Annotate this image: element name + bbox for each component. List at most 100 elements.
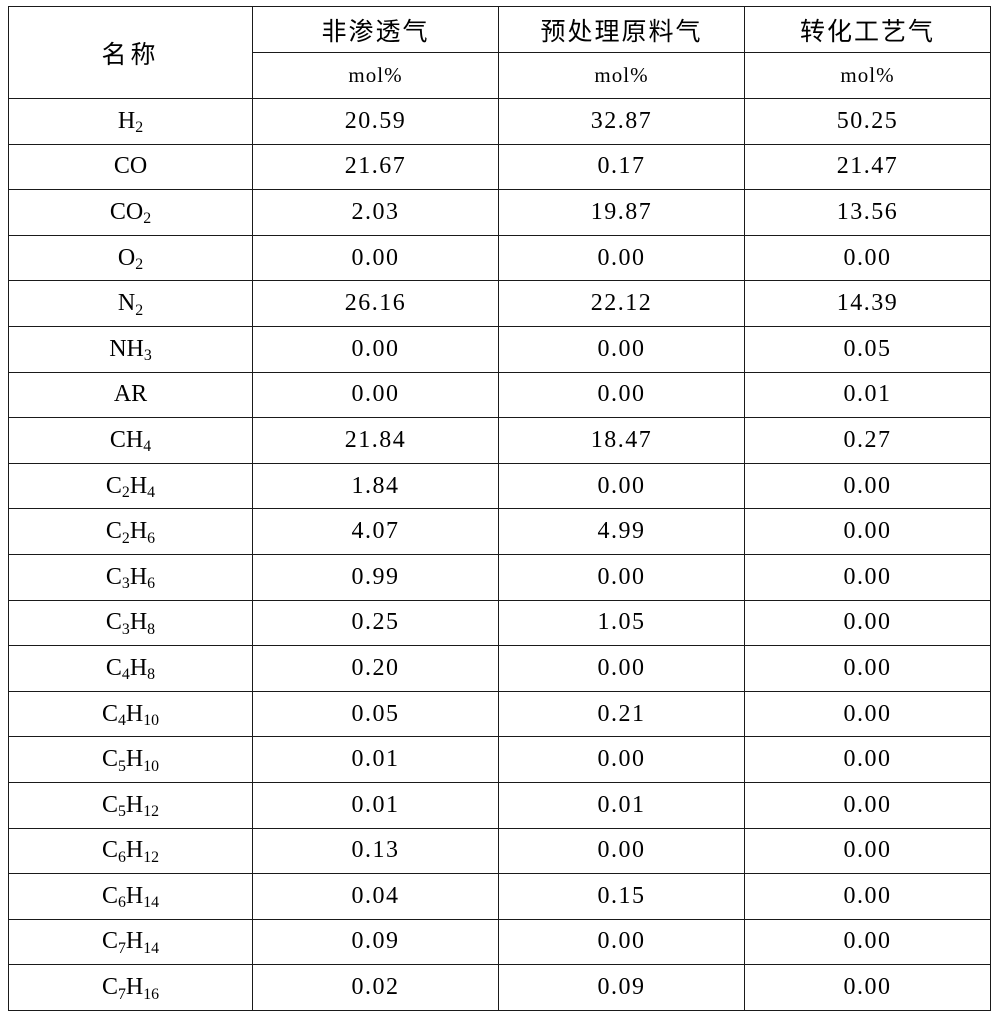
- cell-value: 0.13: [252, 827, 499, 875]
- cell-value: 0.02: [252, 964, 499, 1011]
- value-text: 13.56: [836, 198, 899, 225]
- value-text: 0.00: [597, 244, 646, 271]
- cell-species: C6H14: [8, 873, 253, 920]
- value-text: 2.03: [351, 198, 400, 225]
- cell-value: 21.84: [252, 417, 499, 464]
- cell-value: 0.27: [744, 417, 991, 464]
- cell-value: 0.01: [252, 736, 499, 783]
- table-header-row-title: 名称 非渗透气 预处理原料气 转化工艺气: [8, 6, 991, 99]
- cell-value: 0.15: [498, 873, 745, 920]
- value-text: 1.05: [597, 609, 646, 636]
- species-formula: C6H12: [101, 837, 160, 866]
- header-cell-unit-2: mol%: [498, 52, 745, 99]
- table-row: C6H14 0.04 0.15 0.00: [8, 873, 991, 920]
- cell-value: 0.00: [744, 234, 991, 282]
- cell-value: 50.25: [744, 98, 991, 145]
- value-text: 0.00: [597, 381, 646, 408]
- cell-value: 0.00: [498, 371, 745, 419]
- cell-value: 14.39: [744, 280, 991, 327]
- cell-value: 0.00: [252, 234, 499, 282]
- species-formula: AR: [113, 381, 148, 408]
- cell-value: 0.05: [744, 325, 991, 373]
- table-row: O2 0.00 0.00 0.00: [8, 234, 991, 282]
- table-row: CH4 21.84 18.47 0.27: [8, 417, 991, 464]
- value-text: 0.02: [351, 974, 400, 1001]
- cell-value: 0.21: [498, 690, 745, 738]
- value-text: 14.39: [836, 290, 899, 317]
- header-cell-stream-1: 非渗透气: [252, 6, 499, 53]
- gas-composition-table: 名称 非渗透气 预处理原料气 转化工艺气 mol% mol% mol% H2 20.59 32.8…: [8, 6, 991, 1011]
- table-row: H2 20.59 32.87 50.25: [8, 98, 991, 145]
- value-text: 21.47: [836, 153, 899, 180]
- species-formula: CH4: [109, 426, 152, 456]
- cell-species: C3H6: [8, 553, 253, 601]
- cell-species: NH3: [8, 325, 253, 373]
- cell-value: 18.47: [498, 417, 745, 464]
- value-text: 0.25: [351, 609, 400, 636]
- species-formula: C4H8: [105, 654, 156, 684]
- value-text: 0.05: [351, 700, 400, 727]
- species-formula: H2: [117, 107, 144, 137]
- cell-value: 0.00: [498, 462, 745, 510]
- value-text: 0.00: [843, 244, 892, 271]
- table-row: C4H8 0.20 0.00 0.00: [8, 645, 991, 692]
- cell-value: 0.99: [252, 553, 499, 601]
- value-text: 0.00: [843, 791, 892, 818]
- table-row: CO 21.67 0.17 21.47: [8, 143, 991, 191]
- value-text: 0.00: [843, 746, 892, 773]
- cell-value: 2.03: [252, 189, 499, 236]
- value-text: 0.00: [843, 882, 892, 909]
- cell-species: O2: [8, 234, 253, 282]
- value-text: 0.00: [843, 974, 892, 1001]
- value-text: 0.00: [843, 654, 892, 681]
- cell-species: C4H10: [8, 690, 253, 738]
- species-formula: N2: [117, 290, 144, 319]
- value-text: 0.00: [843, 837, 892, 864]
- cell-species: AR: [8, 371, 253, 419]
- value-text: 21.67: [344, 153, 407, 180]
- value-text: 0.01: [351, 746, 400, 773]
- cell-value: 0.00: [498, 645, 745, 692]
- cell-value: 20.59: [252, 98, 499, 145]
- value-text: 22.12: [590, 290, 653, 317]
- document-page: 名称 非渗透气 预处理原料气 转化工艺气 mol% mol% mol% H2 20.59 32.8…: [0, 0, 999, 1011]
- cell-value: 19.87: [498, 189, 745, 236]
- cell-species: C7H14: [8, 918, 253, 966]
- cell-species: C2H4: [8, 462, 253, 510]
- value-text: 0.00: [351, 244, 400, 271]
- value-text: 0.00: [597, 335, 646, 362]
- value-text: 0.05: [843, 335, 892, 362]
- species-formula: CO2: [109, 198, 152, 228]
- cell-value: 0.00: [744, 645, 991, 692]
- header-cell-name: 名称: [8, 6, 253, 99]
- value-text: 0.13: [351, 837, 400, 864]
- table-row: C4H10 0.05 0.21 0.00: [8, 690, 991, 738]
- cell-value: 0.01: [252, 781, 499, 829]
- table-row: C5H10 0.01 0.00 0.00: [8, 736, 991, 783]
- cell-value: 0.00: [498, 827, 745, 875]
- value-text: 26.16: [344, 290, 407, 317]
- cell-species: C6H12: [8, 827, 253, 875]
- header-cell-stream-3: 转化工艺气: [744, 6, 991, 53]
- value-text: 0.00: [351, 335, 400, 362]
- species-formula: C7H14: [101, 928, 160, 957]
- value-text: 0.00: [597, 472, 646, 499]
- cell-value: 26.16: [252, 280, 499, 327]
- cell-species: C3H8: [8, 599, 253, 647]
- table-row: NH3 0.00 0.00 0.05: [8, 325, 991, 373]
- table-row: CO2 2.03 19.87 13.56: [8, 189, 991, 236]
- cell-value: 0.00: [744, 736, 991, 783]
- species-formula: C2H6: [105, 518, 156, 547]
- cell-value: 21.67: [252, 143, 499, 191]
- cell-value: 0.00: [744, 827, 991, 875]
- value-text: 0.09: [351, 928, 400, 955]
- table-row: C2H4 1.84 0.00 0.00: [8, 462, 991, 510]
- value-text: 0.00: [597, 563, 646, 590]
- cell-value: 32.87: [498, 98, 745, 145]
- value-text: 0.09: [597, 974, 646, 1001]
- value-text: 0.17: [597, 153, 646, 180]
- value-text: 0.01: [351, 791, 400, 818]
- cell-species: N2: [8, 280, 253, 327]
- cell-value: 0.00: [498, 234, 745, 282]
- species-formula: C3H6: [105, 563, 156, 593]
